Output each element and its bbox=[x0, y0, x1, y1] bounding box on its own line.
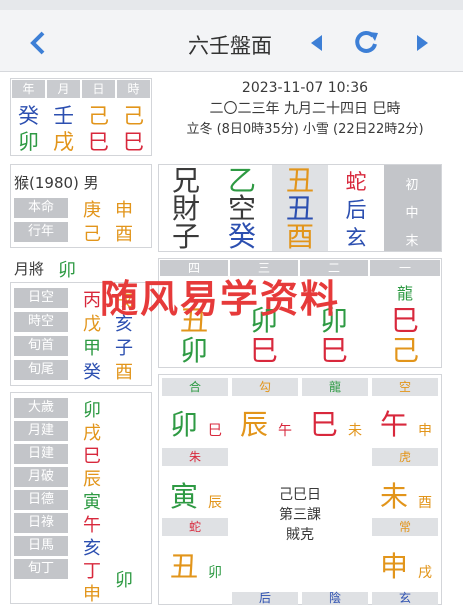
pillar-branch-month: 戌 bbox=[53, 130, 74, 154]
god-label-4: 日德 bbox=[14, 490, 68, 510]
heaven-left-big-0: 寅 bbox=[169, 480, 198, 513]
heaven-center-lesson: 第三課 bbox=[279, 507, 321, 523]
heaven-left-label-0: 朱 bbox=[162, 448, 228, 466]
heaven-top-label-1: 勾 bbox=[232, 378, 298, 396]
heaven-left-small-1: 卯 bbox=[208, 565, 222, 581]
heaven-right-big-1: 申 bbox=[379, 550, 408, 583]
pillar-branch-day: 巳 bbox=[88, 130, 109, 154]
void-label-3: 旬尾 bbox=[14, 360, 68, 380]
watermark-text: 随风易学资料 bbox=[100, 276, 341, 321]
heaven-right-label-1: 常 bbox=[372, 518, 438, 536]
pillar-label-hour: 時 bbox=[117, 80, 150, 98]
heaven-top-big-3: 午 bbox=[379, 408, 408, 441]
void-a-3: 癸 bbox=[83, 362, 101, 383]
datetime-gregorian: 2023-11-07 10:36 bbox=[241, 80, 369, 96]
heaven-right-small-0: 酉 bbox=[418, 495, 432, 511]
trans-col4-1: 后 bbox=[345, 198, 367, 222]
heaven-center-method: 賊克 bbox=[286, 527, 314, 543]
person-year-branch: 酉 bbox=[115, 224, 133, 245]
month-general-value: 卯 bbox=[58, 260, 76, 281]
heaven-right-label-0: 虎 bbox=[372, 448, 438, 466]
heaven-left-big-1: 丑 bbox=[169, 550, 198, 583]
chevron-left-icon[interactable] bbox=[24, 30, 52, 61]
lesson-r2-3: 巳 bbox=[249, 334, 278, 367]
god-label-2: 日建 bbox=[14, 444, 68, 464]
god-extra-7: 卯 bbox=[115, 570, 133, 591]
trans-col4-2: 玄 bbox=[345, 226, 367, 250]
refresh-icon[interactable] bbox=[352, 28, 380, 60]
pillar-stem-month: 壬 bbox=[53, 104, 74, 128]
god-label-1: 月建 bbox=[14, 421, 68, 441]
pillar-stem-day: 己 bbox=[88, 104, 109, 128]
status-bar bbox=[0, 0, 463, 10]
heaven-top-small-2: 未 bbox=[348, 423, 362, 439]
heaven-top-small-1: 午 bbox=[278, 423, 292, 439]
void-b-2: 子 bbox=[115, 338, 133, 359]
void-b-3: 酉 bbox=[115, 362, 133, 383]
heaven-bottom-label-3: 玄 bbox=[372, 592, 438, 605]
person-label-year: 行年 bbox=[14, 222, 68, 242]
heaven-top-big-2: 巳 bbox=[309, 408, 338, 441]
god-label-3: 月破 bbox=[14, 467, 68, 487]
pillar-branch-year: 卯 bbox=[18, 130, 39, 154]
trans-phase-2: 末 bbox=[405, 234, 419, 249]
person-label-natal: 本命 bbox=[14, 198, 68, 218]
trans-phase-0: 初 bbox=[405, 178, 419, 193]
void-label-0: 日空 bbox=[14, 288, 68, 308]
triangle-left-icon[interactable] bbox=[308, 33, 324, 57]
god-label-7: 旬丁 bbox=[14, 559, 68, 579]
heaven-right-small-1: 戌 bbox=[418, 565, 432, 581]
lesson-r2-1: 己 bbox=[390, 334, 419, 367]
pillar-label-day: 日 bbox=[82, 80, 115, 98]
pillar-stem-hour: 己 bbox=[123, 104, 144, 128]
heaven-left-label-1: 蛇 bbox=[162, 518, 228, 536]
triangle-right-icon[interactable] bbox=[415, 33, 431, 57]
trans-col4-0: 蛇 bbox=[345, 170, 367, 194]
heaven-center-day: 己巳日 bbox=[279, 487, 321, 503]
pillar-label-month: 月 bbox=[47, 80, 80, 98]
lesson-r2-2: 巳 bbox=[319, 334, 348, 367]
heaven-top-label-2: 龍 bbox=[302, 378, 368, 396]
lesson-r2-4: 卯 bbox=[179, 334, 208, 367]
void-label-1: 時空 bbox=[14, 312, 68, 332]
person-year-stem: 己 bbox=[83, 224, 101, 245]
god-value-8: 申 bbox=[83, 584, 101, 605]
heaven-bottom-label-2: 陰 bbox=[302, 592, 368, 605]
heaven-top-small-0: 巳 bbox=[208, 423, 222, 439]
pillar-stem-year: 癸 bbox=[18, 104, 39, 128]
month-general-label: 月將 bbox=[14, 260, 45, 278]
void-a-2: 甲 bbox=[83, 338, 101, 359]
void-label-2: 旬首 bbox=[14, 336, 68, 356]
heaven-left-small-0: 辰 bbox=[208, 495, 222, 511]
heaven-top-label-3: 空 bbox=[372, 378, 438, 396]
trans-col3-2: 酉 bbox=[285, 220, 314, 253]
trans-col2-2: 癸 bbox=[227, 220, 256, 253]
god-label-0: 大歲 bbox=[14, 398, 68, 418]
page-title: 六壬盤面 bbox=[188, 34, 272, 58]
trans-col1-2: 子 bbox=[171, 220, 200, 253]
trans-phase-1: 中 bbox=[405, 206, 419, 221]
god-label-5: 日祿 bbox=[14, 513, 68, 533]
datetime-lunar: 二〇二三年 九月二十四日 巳時 bbox=[209, 101, 401, 117]
god-label-6: 日馬 bbox=[14, 536, 68, 556]
heaven-bottom-label-1: 后 bbox=[232, 592, 298, 605]
heaven-top-label-0: 合 bbox=[162, 378, 228, 396]
pillar-label-year: 年 bbox=[12, 80, 45, 98]
heaven-right-big-0: 未 bbox=[379, 480, 408, 513]
heaven-top-big-1: 辰 bbox=[239, 408, 268, 441]
heaven-top-small-3: 申 bbox=[418, 423, 432, 439]
datetime-solar-terms: 立冬 (8日0時35分) 小雪 (22日22時2分) bbox=[186, 122, 424, 137]
person-natal-branch: 申 bbox=[115, 200, 133, 221]
person-title: 猴(1980) 男 bbox=[14, 174, 99, 192]
pillar-branch-hour: 巳 bbox=[123, 130, 144, 154]
heaven-top-big-0: 卯 bbox=[169, 408, 198, 441]
person-natal-stem: 庚 bbox=[83, 200, 101, 221]
